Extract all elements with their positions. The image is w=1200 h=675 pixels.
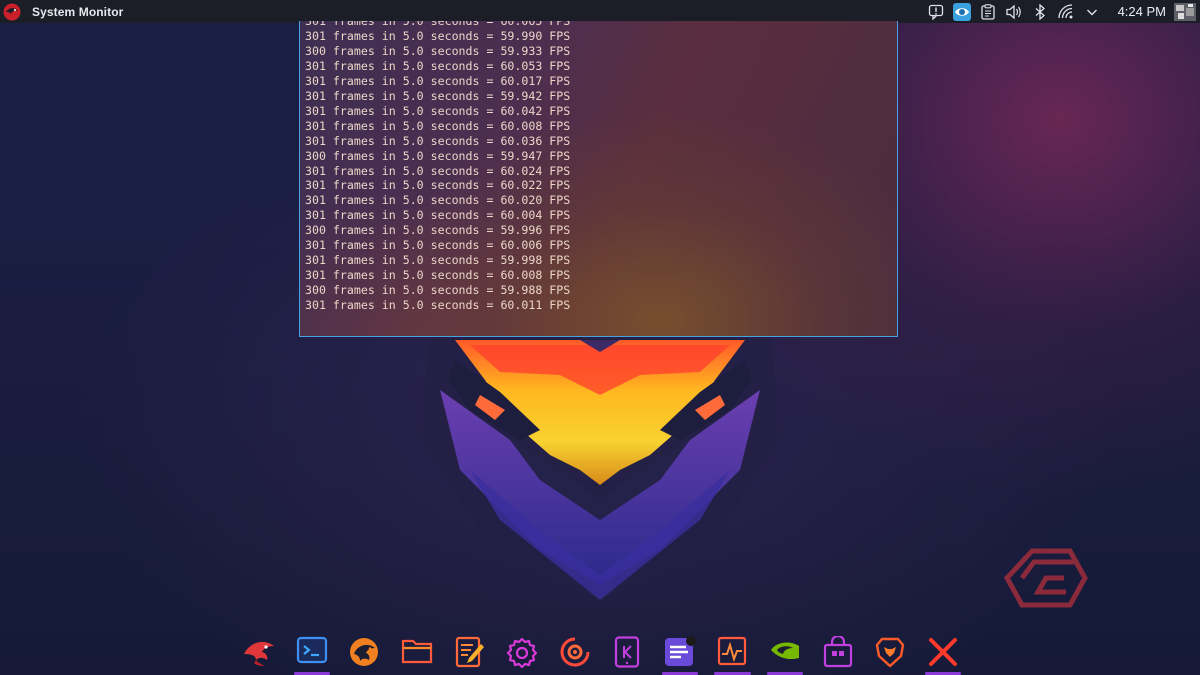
terminal-line: 301 frames in 5.0 seconds = 60.017 FPS	[305, 73, 571, 88]
dock-item-garuda[interactable]	[233, 631, 286, 675]
garuda-watermark-logo	[1004, 548, 1088, 608]
music-player-icon	[560, 637, 590, 667]
volume-icon[interactable]	[1004, 2, 1024, 22]
terminal-line: 301 frames in 5.0 seconds = 60.022 FPS	[305, 178, 571, 193]
bluetooth-icon[interactable]	[1030, 2, 1050, 22]
nvidia-settings-icon	[771, 642, 800, 660]
brave-browser-icon	[876, 637, 905, 668]
dock-item-nvidia[interactable]	[759, 631, 812, 675]
terminal-line: 301 frames in 5.0 seconds = 59.998 FPS	[305, 253, 571, 268]
top-panel: System Monitor 4:24 PM	[0, 0, 1200, 23]
dock-item-document-app[interactable]	[654, 631, 707, 675]
kde-connect-icon	[615, 636, 640, 668]
chevron-down-icon[interactable]	[1082, 2, 1102, 22]
dock-item-music[interactable]	[548, 631, 601, 675]
garuda-menu-icon[interactable]	[3, 3, 21, 21]
dock-item-settings[interactable]	[496, 631, 549, 675]
active-window-title: System Monitor	[32, 4, 124, 19]
dock-item-system-monitor[interactable]	[706, 631, 759, 675]
vpn-shield-icon[interactable]	[952, 2, 972, 22]
terminal-line: 301 frames in 5.0 seconds = 60.006 FPS	[305, 238, 571, 253]
dock-item-software-store[interactable]	[811, 631, 864, 675]
system-monitor-icon	[718, 636, 747, 666]
terminal-line: 300 frames in 5.0 seconds = 59.947 FPS	[305, 148, 571, 163]
system-tray: 4:24 PM	[920, 0, 1200, 23]
notification-icon[interactable]	[926, 2, 946, 22]
wifi-icon[interactable]	[1056, 2, 1076, 22]
terminal-line: 300 frames in 5.0 seconds = 59.996 FPS	[305, 223, 571, 238]
dock-item-kde-connect[interactable]	[601, 631, 654, 675]
dock	[233, 631, 969, 675]
folder-icon	[401, 639, 433, 664]
terminal-line: 300 frames in 5.0 seconds = 59.933 FPS	[305, 43, 571, 58]
software-store-icon	[823, 636, 852, 668]
terminal-line: 301 frames in 5.0 seconds = 60.053 FPS	[305, 58, 571, 73]
terminal-line: 301 frames in 5.0 seconds = 60.065 FPS	[305, 21, 571, 28]
clipboard-icon[interactable]	[978, 2, 998, 22]
clock[interactable]: 4:24 PM	[1118, 4, 1166, 19]
terminal-output: 301 frames in 5.0 seconds = 60.065 FPS 30…	[305, 21, 570, 313]
close-x-icon	[928, 638, 957, 666]
dock-item-files[interactable]	[391, 631, 444, 675]
dock-item-firedragon[interactable]	[338, 631, 391, 675]
terminal-line: 301 frames in 5.0 seconds = 60.011 FPS	[305, 298, 571, 313]
terminal-line: 301 frames in 5.0 seconds = 59.942 FPS	[305, 88, 571, 103]
terminal-line: 301 frames in 5.0 seconds = 60.042 FPS	[305, 103, 571, 118]
dock-item-close-app[interactable]	[917, 631, 970, 675]
text-editor-icon	[455, 636, 484, 668]
terminal-line: 300 frames in 5.0 seconds = 59.988 FPS	[305, 283, 571, 298]
terminal-line: 301 frames in 5.0 seconds = 60.004 FPS	[305, 208, 571, 223]
dock-item-brave[interactable]	[864, 631, 917, 675]
terminal-line: 301 frames in 5.0 seconds = 60.024 FPS	[305, 163, 571, 178]
terminal-line: 301 frames in 5.0 seconds = 59.990 FPS	[305, 28, 571, 43]
terminal-window[interactable]: 301 frames in 5.0 seconds = 60.065 FPS 30…	[299, 21, 898, 337]
terminal-icon	[296, 636, 327, 664]
terminal-line: 301 frames in 5.0 seconds = 60.008 FPS	[305, 268, 571, 283]
settings-gear-icon	[507, 637, 538, 668]
terminal-line: 301 frames in 5.0 seconds = 60.008 FPS	[305, 118, 571, 133]
terminal-line: 301 frames in 5.0 seconds = 60.036 FPS	[305, 133, 571, 148]
dock-item-text-editor[interactable]	[443, 631, 496, 675]
terminal-line: 301 frames in 5.0 seconds = 60.020 FPS	[305, 193, 571, 208]
document-app-icon	[664, 636, 696, 666]
user-avatar[interactable]	[1174, 2, 1196, 21]
garuda-eagle-icon	[244, 641, 275, 666]
dock-item-terminal[interactable]	[286, 631, 339, 675]
firedragon-browser-icon	[350, 638, 379, 666]
